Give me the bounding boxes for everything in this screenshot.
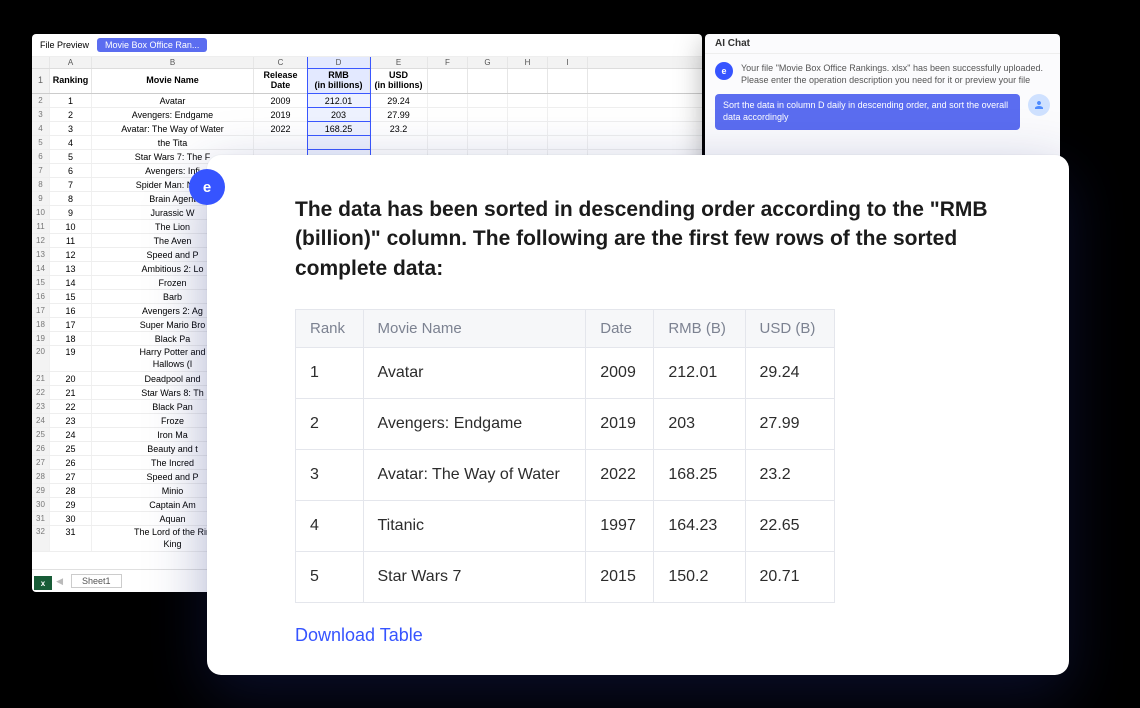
col-letter[interactable]: D [308,57,370,68]
th-date: Date [586,310,654,348]
col-letter[interactable]: A [50,57,92,68]
answer-row: 2Avengers: Endgame201920327.99 [296,399,835,450]
col-letter[interactable]: F [428,57,468,68]
answer-table: Rank Movie Name Date RMB (B) USD (B) 1Av… [295,309,835,603]
th-rmb: RMB (B) [654,310,745,348]
col-letter[interactable]: E [370,57,428,68]
user-avatar-icon [1028,94,1050,116]
table-row[interactable]: 21Avatar2009212.0129.24 [32,94,702,108]
user-message-text: Sort the data in column D daily in desce… [715,94,1020,129]
table-row[interactable]: 54the Tita [32,136,702,150]
col-letter[interactable]: I [548,57,588,68]
col-header-ranking[interactable]: Ranking [50,69,92,93]
th-rank: Rank [296,310,364,348]
table-row[interactable]: 32Avengers: Endgame201920327.99 [32,108,702,122]
col-header-rmb[interactable]: RMB (in billions) [308,69,370,93]
table-row[interactable]: 43Avatar: The Way of Water2022168.2523.2 [32,122,702,136]
row-number: 1 [32,69,50,93]
th-movie: Movie Name [363,310,586,348]
file-tab[interactable]: Movie Box Office Ran... [97,38,207,52]
col-header-movie[interactable]: Movie Name [92,69,254,93]
answer-row: 1Avatar2009212.0129.24 [296,348,835,399]
column-letters-row: ABCDEFGHI [32,57,702,69]
file-preview-label: File Preview [40,40,89,50]
bot-message-text: Your file "Movie Box Office Rankings. xl… [741,62,1050,86]
col-letter[interactable]: C [254,57,308,68]
col-header-date[interactable]: Release Date [254,69,308,93]
answer-row: 5Star Wars 72015150.220.71 [296,552,835,603]
answer-row: 3Avatar: The Way of Water2022168.2523.2 [296,450,835,501]
header-row: 1 Ranking Movie Name Release Date RMB (i… [32,69,702,94]
answer-card: e The data has been sorted in descending… [207,155,1069,675]
col-header-usd[interactable]: USD (in billions) [370,69,428,93]
excel-icon: x [34,576,52,590]
bot-avatar-icon: e [715,62,733,80]
answer-heading: The data has been sorted in descending o… [295,195,1019,283]
download-table-link[interactable]: Download Table [295,625,423,646]
answer-table-header: Rank Movie Name Date RMB (B) USD (B) [296,310,835,348]
chat-bot-message: e Your file "Movie Box Office Rankings. … [705,54,1060,94]
chat-title: AI Chat [705,34,1060,54]
col-letter[interactable]: H [508,57,548,68]
nav-prev-icon[interactable]: ◀ [56,576,63,587]
col-letter[interactable]: G [468,57,508,68]
assistant-avatar-icon: e [189,169,225,205]
th-usd: USD (B) [745,310,834,348]
col-letter[interactable]: B [92,57,254,68]
sheet-tab[interactable]: Sheet1 [71,574,122,588]
answer-row: 4Titanic1997164.2322.65 [296,501,835,552]
sheet-topbar: File Preview Movie Box Office Ran... [32,34,702,57]
chat-user-row: Sort the data in column D daily in desce… [705,94,1060,137]
col-letter[interactable] [32,57,50,68]
